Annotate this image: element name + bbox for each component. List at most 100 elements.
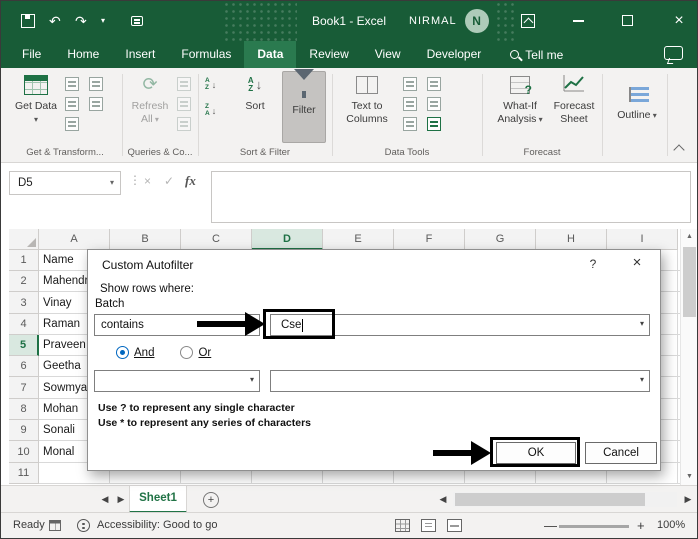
- tab-view[interactable]: View: [362, 41, 414, 68]
- data-validation-icon[interactable]: [403, 117, 417, 131]
- close-icon[interactable]: ×: [667, 1, 691, 41]
- relationships-icon[interactable]: [427, 97, 441, 111]
- zoom-in-button[interactable]: +: [637, 513, 645, 538]
- column-header-e[interactable]: E: [323, 229, 394, 250]
- row-header[interactable]: 8: [9, 399, 39, 420]
- what-if-analysis-button[interactable]: What-If Analysis: [493, 73, 547, 125]
- dropdown-caret-icon[interactable]: ▾: [640, 319, 644, 328]
- row-header[interactable]: 9: [9, 420, 39, 441]
- select-all-corner[interactable]: [9, 229, 39, 250]
- collapse-ribbon-icon[interactable]: [673, 144, 685, 156]
- existing-connections-icon[interactable]: [89, 97, 103, 111]
- column-header-f[interactable]: F: [394, 229, 465, 250]
- text-to-columns-button[interactable]: Text to Columns: [339, 73, 395, 125]
- tab-developer[interactable]: Developer: [414, 41, 495, 68]
- sheet-nav-left-icon[interactable]: ◀: [97, 486, 113, 513]
- accessibility-status[interactable]: Accessibility: Good to go: [97, 513, 217, 538]
- page-layout-view-button[interactable]: [421, 519, 436, 532]
- add-sheet-button[interactable]: +: [203, 492, 219, 508]
- forecast-sheet-button[interactable]: Forecast Sheet: [550, 73, 598, 125]
- edit-links-icon[interactable]: [177, 117, 191, 131]
- save-icon[interactable]: [21, 14, 35, 28]
- tab-file[interactable]: File: [9, 41, 54, 68]
- formula-bar-grip-icon[interactable]: ⋮: [129, 173, 141, 187]
- vertical-scrollbar[interactable]: ▲ ▼: [680, 229, 697, 485]
- recent-sources-icon[interactable]: [89, 77, 103, 91]
- tab-review[interactable]: Review: [296, 41, 361, 68]
- hscroll-right-icon[interactable]: ▶: [680, 486, 696, 513]
- page-break-view-button[interactable]: [447, 519, 462, 532]
- radio-unselected-icon[interactable]: [180, 346, 194, 359]
- column-header-b[interactable]: B: [110, 229, 181, 250]
- tell-me[interactable]: Tell me: [510, 41, 563, 68]
- horizontal-scrollbar[interactable]: [453, 492, 677, 507]
- sheet-tab-sheet1[interactable]: Sheet1: [129, 486, 187, 513]
- row-header[interactable]: 7: [9, 377, 39, 399]
- sheet-nav-right-icon[interactable]: ▶: [113, 486, 129, 513]
- vertical-scrollbar-thumb[interactable]: [683, 247, 696, 317]
- formula-input[interactable]: [211, 171, 691, 223]
- minimize-icon[interactable]: [573, 20, 584, 22]
- get-data-button[interactable]: Get Data: [13, 73, 59, 125]
- row-header[interactable]: 3: [9, 292, 39, 314]
- properties-icon[interactable]: [177, 97, 191, 111]
- radio-selected-icon[interactable]: [116, 346, 129, 359]
- hscroll-left-icon[interactable]: ◀: [435, 486, 451, 513]
- row-header[interactable]: 5: [9, 335, 39, 356]
- or-radio[interactable]: Or: [180, 346, 211, 359]
- tab-data[interactable]: Data: [244, 41, 297, 68]
- horizontal-scrollbar-thumb[interactable]: [455, 493, 645, 506]
- tab-formulas[interactable]: Formulas: [168, 41, 244, 68]
- undo-icon[interactable]: ↶: [49, 1, 61, 41]
- column-header-a[interactable]: A: [39, 229, 110, 250]
- row-header[interactable]: 4: [9, 314, 39, 335]
- row-header[interactable]: 1: [9, 250, 39, 271]
- quick-access-caret-icon[interactable]: ▾: [101, 1, 105, 41]
- zoom-level[interactable]: 100%: [657, 513, 685, 538]
- ribbon-display-options-icon[interactable]: [521, 14, 535, 28]
- row-header[interactable]: 6: [9, 356, 39, 377]
- dropdown-caret-icon[interactable]: ▾: [640, 375, 644, 384]
- name-box-caret-icon[interactable]: ▾: [110, 172, 114, 194]
- maximize-icon[interactable]: [622, 15, 633, 26]
- sort-descending-button[interactable]: ZA ↓: [205, 103, 216, 117]
- column-header-i[interactable]: I: [607, 229, 678, 250]
- scroll-up-icon[interactable]: ▲: [681, 229, 697, 245]
- sort-button[interactable]: AZ ↓ Sort: [234, 73, 276, 113]
- row-header[interactable]: 11: [9, 463, 39, 484]
- name-box[interactable]: D5 ▾: [9, 171, 121, 195]
- and-radio[interactable]: And: [116, 346, 154, 359]
- tab-home[interactable]: Home: [54, 41, 112, 68]
- avatar[interactable]: N: [464, 9, 489, 33]
- refresh-all-button[interactable]: ⟳ Refresh All: [127, 73, 173, 125]
- comments-icon[interactable]: [664, 46, 683, 60]
- value-input-2[interactable]: ▾: [270, 370, 650, 392]
- operator-dropdown-2[interactable]: ▾: [94, 370, 260, 392]
- tab-insert[interactable]: Insert: [112, 41, 168, 68]
- flash-fill-icon[interactable]: [403, 77, 417, 91]
- redo-icon[interactable]: ↷: [75, 1, 87, 41]
- sort-ascending-button[interactable]: AZ ↓: [205, 77, 216, 91]
- column-header-c[interactable]: C: [181, 229, 252, 250]
- from-table-range-icon[interactable]: [65, 117, 79, 131]
- from-web-icon[interactable]: [65, 97, 79, 111]
- zoom-out-button[interactable]: —: [544, 513, 557, 538]
- cancel-entry-icon[interactable]: ×: [144, 174, 151, 188]
- from-text-csv-icon[interactable]: [65, 77, 79, 91]
- column-header-h[interactable]: H: [536, 229, 607, 250]
- dialog-help-button[interactable]: ?: [584, 257, 602, 271]
- zoom-slider[interactable]: [559, 525, 629, 528]
- normal-view-button[interactable]: [395, 519, 410, 532]
- queries-connections-icon[interactable]: [177, 77, 191, 91]
- cancel-button[interactable]: Cancel: [585, 442, 657, 464]
- column-header-g[interactable]: G: [465, 229, 536, 250]
- dialog-close-icon[interactable]: ×: [626, 254, 648, 271]
- scroll-down-icon[interactable]: ▼: [681, 469, 697, 485]
- column-header-d[interactable]: D: [252, 229, 323, 250]
- filter-button[interactable]: Filter: [282, 68, 326, 143]
- consolidate-icon[interactable]: [427, 77, 441, 91]
- account-chip[interactable]: NIRMAL N: [409, 1, 489, 41]
- enter-entry-icon[interactable]: ✓: [164, 174, 174, 188]
- insert-function-button[interactable]: fx: [185, 173, 196, 189]
- row-header[interactable]: 10: [9, 441, 39, 463]
